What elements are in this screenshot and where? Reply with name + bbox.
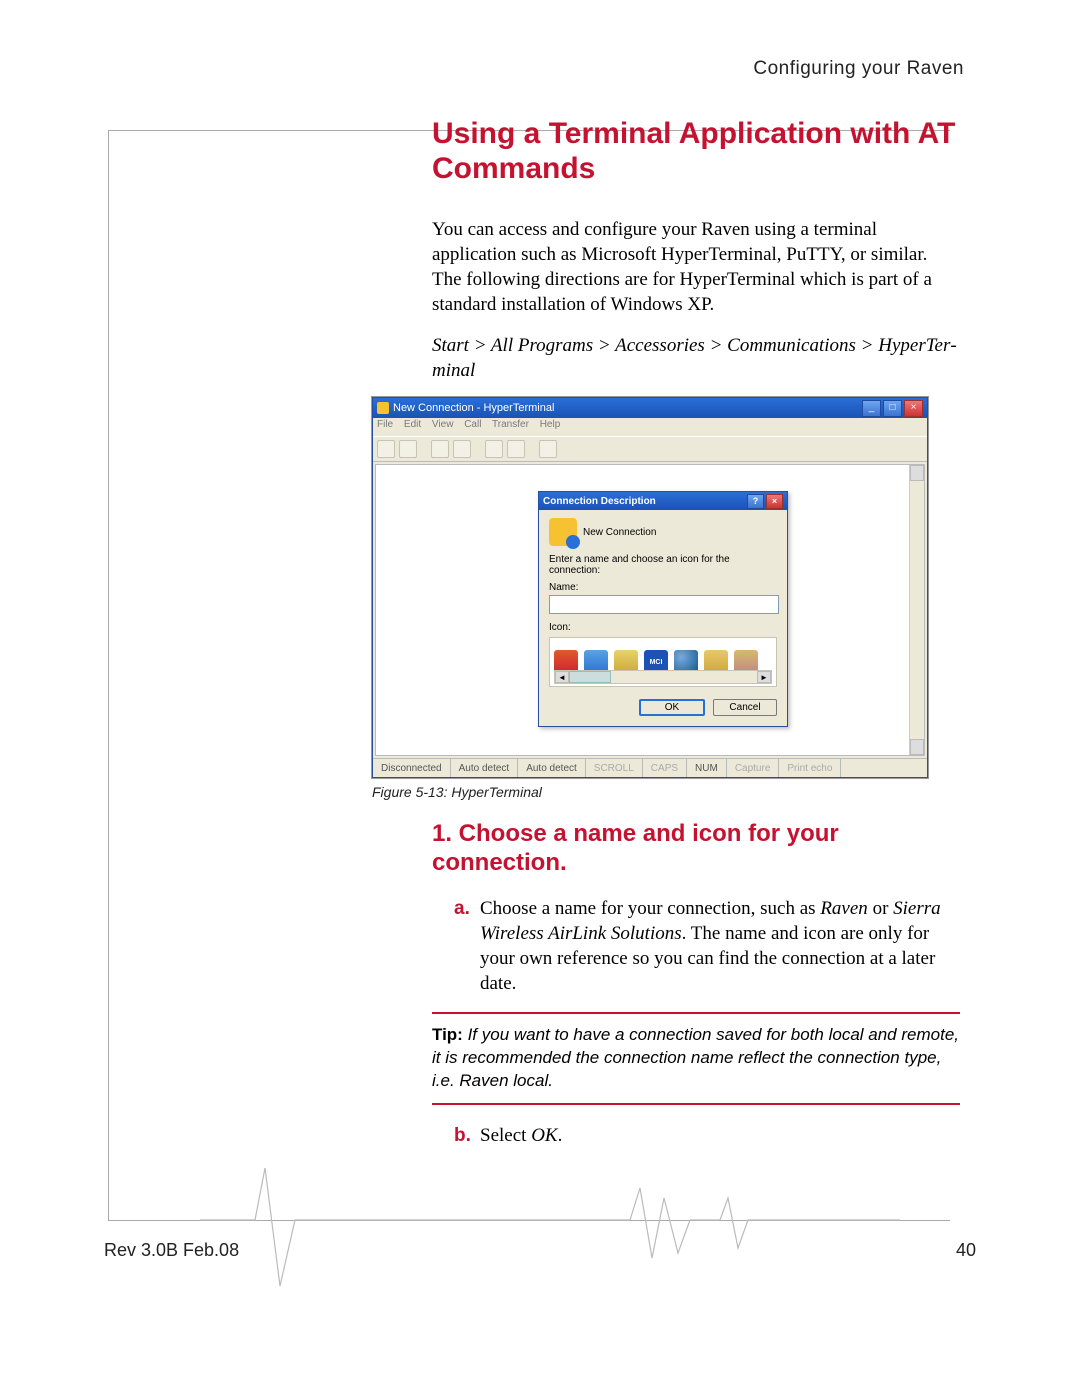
footer-revision: Rev 3.0B Feb.08	[104, 1240, 239, 1261]
tool-call-icon[interactable]	[431, 440, 449, 458]
status-capture: Capture	[727, 759, 780, 777]
minimize-button[interactable]: _	[862, 400, 881, 417]
step-1-heading: 1. Choose a name and icon for your conne…	[432, 820, 960, 878]
dialog-close-button[interactable]: ×	[766, 494, 783, 509]
step-1b: b. Select OK.	[454, 1123, 960, 1148]
maximize-button[interactable]: □	[883, 400, 902, 417]
figure-hyperterminal: New Connection - HyperTerminal _ □ × Fil…	[372, 397, 960, 778]
tip-label: Tip:	[432, 1025, 468, 1044]
scroll-right-icon[interactable]: ►	[757, 671, 771, 683]
step-1b-text-2: .	[558, 1125, 563, 1146]
status-detect-1: Auto detect	[451, 759, 519, 777]
scroll-left-icon[interactable]: ◄	[555, 671, 569, 683]
step-1b-text-1: Select	[480, 1125, 531, 1146]
figure-caption: Figure 5-13: HyperTerminal	[372, 784, 960, 800]
app-icon	[377, 402, 389, 414]
new-connection-icon	[549, 518, 577, 546]
scrollbar-vertical[interactable]	[909, 465, 924, 755]
status-caps: CAPS	[643, 759, 687, 777]
rule-vertical	[108, 130, 109, 1220]
window-title-text: New Connection - HyperTerminal	[393, 402, 554, 414]
scroll-down-icon[interactable]	[910, 739, 924, 755]
icon-picker[interactable]: MCI ◄ ►	[549, 637, 777, 687]
intro-paragraph: You can access and configure your Raven …	[432, 217, 960, 317]
ok-button[interactable]: OK	[639, 699, 705, 716]
status-bar: Disconnected Auto detect Auto detect SCR…	[373, 758, 927, 777]
toolbar	[373, 436, 927, 462]
status-printecho: Print echo	[779, 759, 841, 777]
scroll-up-icon[interactable]	[910, 465, 924, 481]
page-number: 40	[956, 1240, 976, 1261]
terminal-area: Connection Description ? × New Connectio…	[375, 464, 925, 756]
menu-call[interactable]: Call	[464, 419, 481, 430]
footer-waveform-art	[200, 1158, 900, 1298]
marker-a: a.	[454, 896, 480, 996]
status-connection: Disconnected	[373, 759, 451, 777]
new-connection-label: New Connection	[583, 527, 656, 538]
running-header: Configuring your Raven	[753, 58, 964, 80]
step-1a-em-1: Raven	[820, 898, 867, 919]
menu-edit[interactable]: Edit	[404, 419, 421, 430]
name-input[interactable]	[549, 595, 779, 614]
menu-path: Start > All Programs > Accessories > Com…	[432, 333, 960, 383]
tool-open-icon[interactable]	[399, 440, 417, 458]
step-1a-text-2: or	[868, 898, 893, 919]
tool-new-icon[interactable]	[377, 440, 395, 458]
tool-receive-icon[interactable]	[507, 440, 525, 458]
dialog-help-button[interactable]: ?	[747, 494, 764, 509]
dialog-titlebar: Connection Description ? ×	[539, 492, 787, 510]
connection-description-dialog: Connection Description ? × New Connectio…	[538, 491, 788, 727]
tool-properties-icon[interactable]	[539, 440, 557, 458]
name-label: Name:	[549, 582, 777, 593]
status-detect-2: Auto detect	[518, 759, 586, 777]
status-num: NUM	[687, 759, 727, 777]
step-1b-em: OK	[531, 1125, 557, 1146]
menu-transfer[interactable]: Transfer	[492, 419, 529, 430]
step-1a: a. Choose a name for your connection, su…	[454, 896, 960, 996]
menu-help[interactable]: Help	[540, 419, 561, 430]
cancel-button[interactable]: Cancel	[713, 699, 777, 716]
tool-send-icon[interactable]	[485, 440, 503, 458]
close-button[interactable]: ×	[904, 400, 923, 417]
tool-hangup-icon[interactable]	[453, 440, 471, 458]
menu-view[interactable]: View	[432, 419, 454, 430]
status-scroll: SCROLL	[586, 759, 643, 777]
hyperterminal-titlebar: New Connection - HyperTerminal _ □ ×	[373, 398, 927, 418]
step-1a-text-1: Choose a name for your connection, such …	[480, 898, 820, 919]
dialog-title-text: Connection Description	[543, 496, 656, 507]
section-heading: Using a Terminal Application with AT Com…	[432, 116, 960, 187]
tip-box: Tip: If you want to have a connection sa…	[432, 1012, 960, 1105]
dialog-instruction: Enter a name and choose an icon for the …	[549, 554, 777, 576]
menu-file[interactable]: File	[377, 419, 393, 430]
icon-scrollbar[interactable]: ◄ ►	[554, 670, 772, 684]
icon-label: Icon:	[549, 622, 777, 633]
marker-b: b.	[454, 1123, 480, 1148]
hyperterminal-window: New Connection - HyperTerminal _ □ × Fil…	[372, 397, 928, 778]
menu-bar: File Edit View Call Transfer Help	[373, 418, 927, 436]
tip-text: If you want to have a connection saved f…	[432, 1025, 959, 1090]
